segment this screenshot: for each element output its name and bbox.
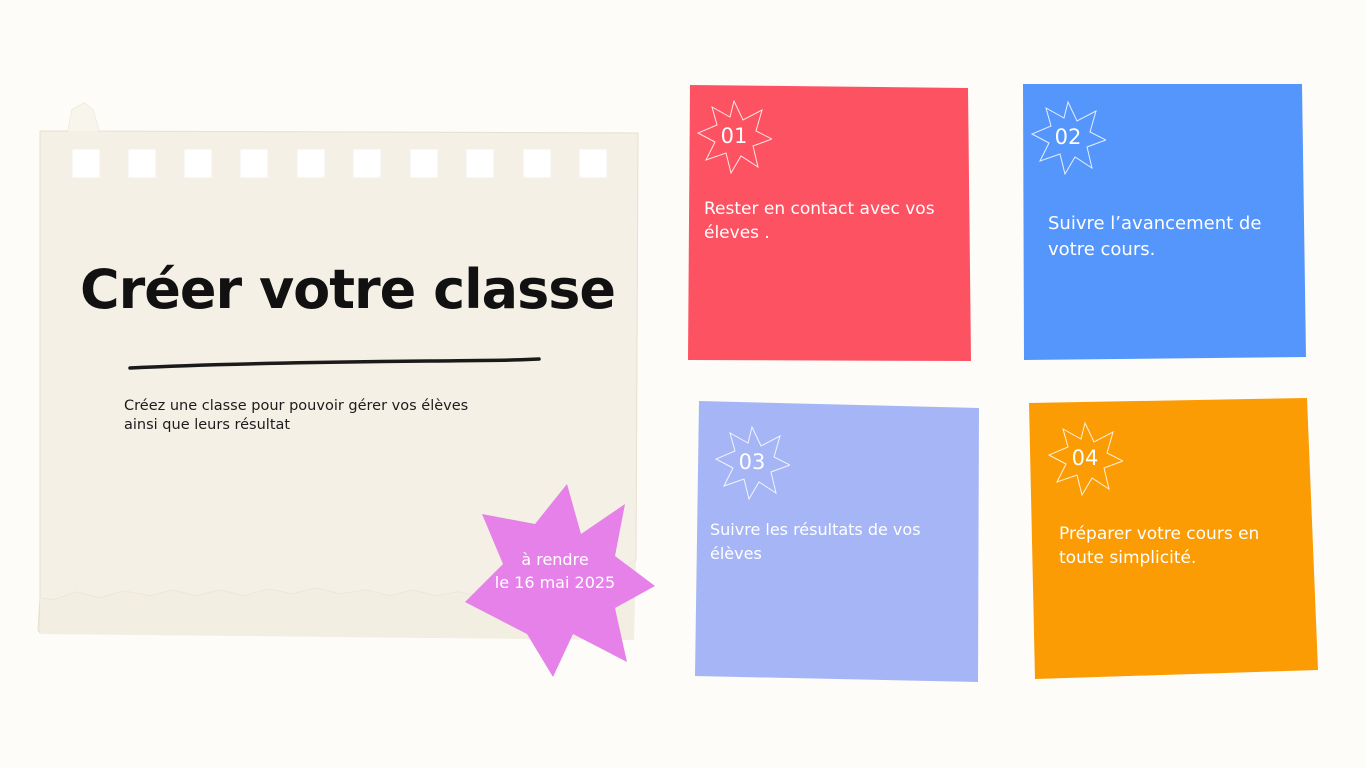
card-01: 01 Rester en contact avec vos éleves .	[686, 84, 972, 362]
card-04: 04 Préparer votre cours en toute simplic…	[1027, 396, 1319, 680]
slide-canvas: Créer votre classe Créez une classe pour…	[0, 0, 1366, 768]
subtitle: Créez une classe pour pouvoir gérer vos …	[124, 398, 469, 433]
number-badge: 04	[1047, 420, 1123, 496]
deadline-star: à rendre le 16 mai 2025	[455, 484, 655, 680]
paper-hole	[410, 149, 438, 178]
badge-number: 01	[720, 124, 748, 148]
paper-hole	[184, 149, 212, 178]
page-title: Créer votre classe	[80, 258, 616, 321]
paper-hole	[523, 149, 551, 178]
card-text: Préparer votre cours en toute simplicité…	[1059, 524, 1260, 568]
paper-hole	[72, 149, 100, 178]
card-text: Suivre l’avancement de votre cours.	[1048, 213, 1262, 260]
badge-number: 03	[738, 450, 766, 474]
number-badge: 03	[714, 424, 790, 500]
number-badge: 01	[696, 98, 772, 174]
number-badge: 02	[1030, 99, 1106, 175]
paper-hole	[466, 149, 494, 178]
card-03: 03 Suivre les résultats de vos élèves	[693, 399, 981, 683]
paper-hole	[240, 149, 268, 178]
paper-hole	[297, 149, 325, 178]
card-text: Suivre les résultats de vos élèves	[710, 520, 921, 563]
card-text: Rester en contact avec vos éleves .	[704, 199, 935, 243]
card-02: 02 Suivre l’avancement de votre cours.	[1020, 82, 1308, 362]
deadline-label: à rendre	[521, 550, 589, 569]
deadline-date: le 16 mai 2025	[494, 573, 616, 592]
badge-number: 02	[1054, 125, 1082, 149]
deadline-text: à rendre le 16 mai 2025	[455, 548, 655, 594]
paper-hole	[128, 149, 156, 178]
badge-number: 04	[1071, 446, 1099, 470]
title-underline	[128, 357, 541, 370]
paper-hole	[579, 149, 607, 178]
paper-hole	[353, 149, 381, 178]
